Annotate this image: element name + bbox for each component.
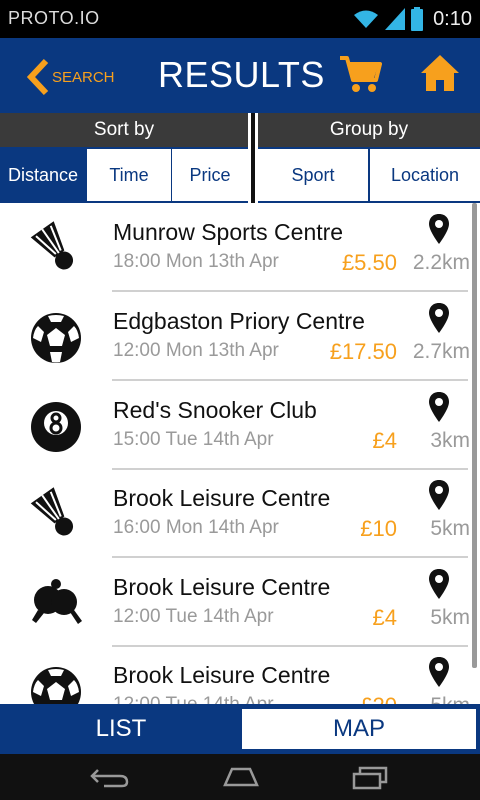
list-item[interactable]: Brook Leisure Centre 12:00 Tue 14th Apr …: [0, 646, 480, 704]
session-price: £5.50: [341, 250, 397, 275]
venue-name: Brook Leisure Centre: [113, 485, 331, 511]
battery-icon: [411, 7, 424, 31]
venue-name: Brook Leisure Centre: [113, 574, 331, 600]
football-icon: [31, 667, 81, 704]
sort-distance-button[interactable]: Distance: [0, 149, 86, 201]
list-item[interactable]: Edgbaston Priory Centre 12:00 Mon 13th A…: [0, 292, 480, 381]
venue-name: Brook Leisure Centre: [113, 662, 331, 688]
home-nav-button[interactable]: [222, 766, 260, 793]
status-bar: PROTO.IO 0:10: [0, 0, 480, 38]
back-button-label: SEARCH: [52, 68, 115, 86]
group-location-button[interactable]: Location: [370, 149, 480, 201]
venue-name: Munrow Sports Centre: [113, 219, 344, 245]
venue-distance: 5km: [430, 517, 470, 540]
football-icon: [31, 313, 81, 363]
shuttlecock-icon: [30, 221, 74, 270]
venue-distance: 3km: [430, 429, 470, 452]
list-scrollbar[interactable]: [472, 203, 477, 668]
chevron-left-icon: [26, 58, 49, 96]
filter-bar: Sort by Group by Distance Time Price Spo…: [0, 113, 480, 203]
filter-divider: [248, 113, 258, 203]
system-nav-bar: [0, 754, 480, 800]
back-arrow-icon: [90, 769, 129, 788]
location-pin-icon: [429, 569, 449, 599]
cart-button[interactable]: [338, 54, 382, 99]
app-header: SEARCH RESULTS: [0, 38, 480, 113]
view-tabs: LIST MAP: [0, 704, 480, 754]
session-price: £20: [360, 693, 397, 704]
session-time: 12:00 Mon 13th Apr: [113, 340, 279, 361]
venue-distance: 2.2km: [412, 251, 470, 274]
table-tennis-icon: [32, 579, 82, 624]
list-item[interactable]: Munrow Sports Centre 18:00 Mon 13th Apr …: [0, 203, 480, 292]
recent-apps-icon: [352, 766, 388, 790]
tab-map[interactable]: MAP: [242, 709, 476, 749]
location-pin-icon: [429, 303, 449, 333]
wifi-icon: [354, 10, 379, 28]
session-time: 15:00 Tue 14th Apr: [113, 429, 274, 450]
results-list[interactable]: Munrow Sports Centre 18:00 Mon 13th Apr …: [0, 203, 480, 704]
session-price: £4: [372, 605, 397, 630]
home-button[interactable]: [420, 53, 460, 98]
venue-distance: 5km: [430, 694, 470, 704]
list-item[interactable]: Brook Leisure Centre 16:00 Mon 14th Apr …: [0, 469, 480, 558]
home-icon: [421, 55, 459, 91]
session-time: 12:00 Tue 14th Apr: [113, 606, 274, 627]
sort-by-heading: Sort by: [0, 113, 248, 147]
location-pin-icon: [429, 214, 449, 244]
session-time: 16:00 Mon 14th Apr: [113, 517, 279, 538]
session-price: £10: [360, 516, 397, 541]
session-time: 12:00 Tue 14th Apr: [113, 694, 274, 704]
eight-ball-icon: [31, 402, 81, 452]
venue-distance: 2.7km: [412, 340, 470, 363]
home-outline-icon: [223, 767, 259, 787]
sort-time-button[interactable]: Time: [87, 149, 171, 201]
session-time: 18:00 Mon 13th Apr: [113, 251, 279, 272]
shuttlecock-icon: [30, 487, 74, 536]
back-button[interactable]: SEARCH: [26, 58, 115, 96]
list-item[interactable]: Red's Snooker Club 15:00 Tue 14th Apr £4…: [0, 381, 480, 470]
carrier-label: PROTO.IO: [8, 8, 100, 28]
group-sport-button[interactable]: Sport: [258, 149, 368, 201]
status-icons: 0:10: [353, 6, 472, 32]
cart-icon: [340, 56, 382, 92]
signal-icon: [385, 8, 406, 30]
group-by-heading: Group by: [258, 113, 480, 147]
list-item[interactable]: Brook Leisure Centre 12:00 Tue 14th Apr …: [0, 558, 480, 647]
venue-name: Red's Snooker Club: [113, 397, 317, 423]
page-title: RESULTS: [158, 54, 325, 95]
clock: 0:10: [433, 7, 472, 30]
session-price: £17.50: [329, 339, 397, 364]
tab-list[interactable]: LIST: [0, 709, 242, 749]
location-pin-icon: [429, 392, 449, 422]
recents-nav-button[interactable]: [352, 766, 388, 795]
session-price: £4: [372, 428, 397, 453]
venue-distance: 5km: [430, 606, 470, 629]
location-pin-icon: [429, 480, 449, 510]
location-pin-icon: [429, 657, 449, 687]
back-nav-button[interactable]: [90, 766, 130, 793]
sort-price-button[interactable]: Price: [172, 149, 248, 201]
venue-name: Edgbaston Priory Centre: [113, 308, 365, 334]
